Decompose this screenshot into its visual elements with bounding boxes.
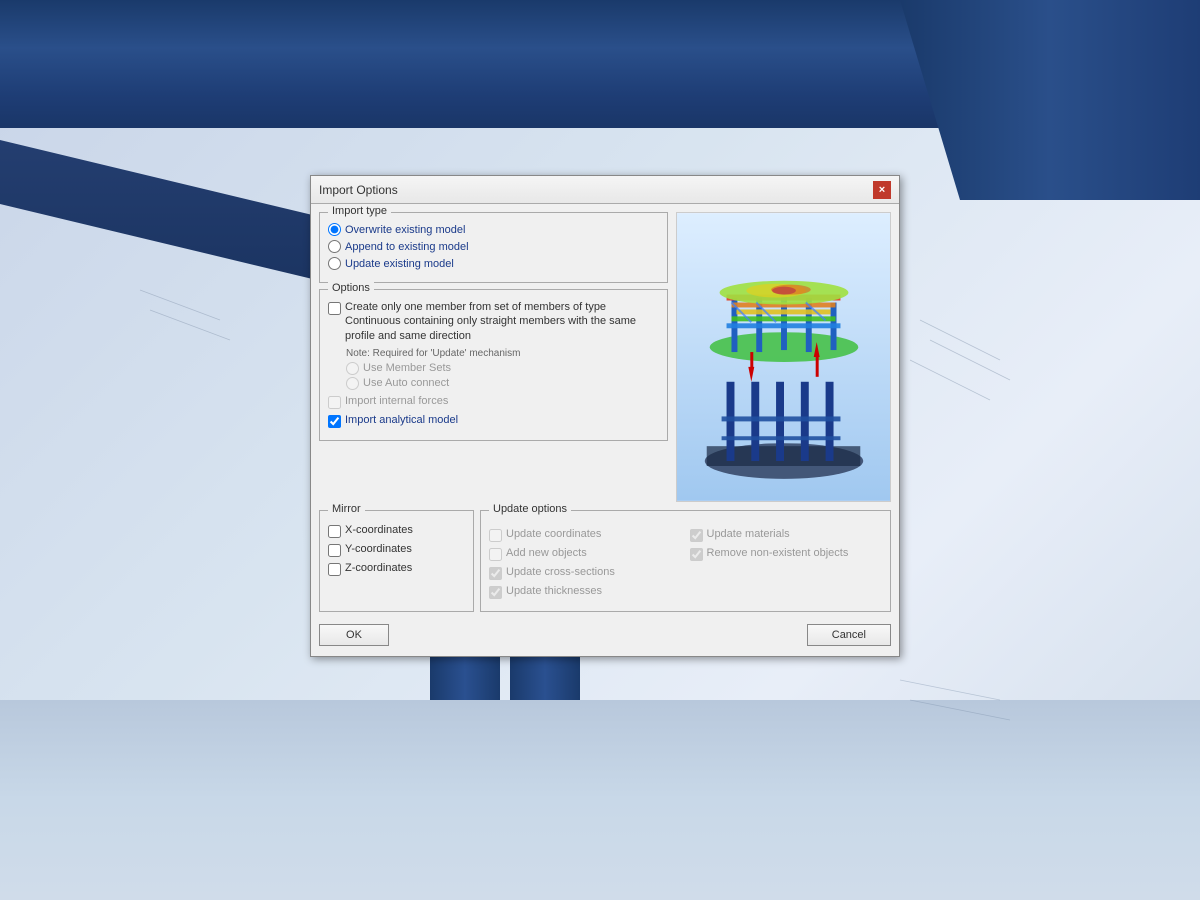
update-materials-option: Add new objects [489,546,682,561]
import-type-group: Import type Overwrite existing model App… [319,212,668,283]
mirror-legend: Mirror [328,503,365,515]
cancel-button[interactable]: Cancel [807,624,891,646]
z-coord-checkbox[interactable] [328,563,341,576]
update-radio[interactable] [328,257,341,270]
ok-button[interactable]: OK [319,624,389,646]
update-coords-checkbox [489,529,502,542]
use-member-sets-radio [346,362,359,375]
update-options-col2: Update materials Remove non-existent obj… [690,523,883,603]
use-auto-connect-option: Use Auto connect [346,377,659,390]
dialog-titlebar: Import Options × [311,176,899,204]
bottom-section: Mirror X-coordinates Y-coordinates Z-coo… [319,510,891,612]
overwrite-radio[interactable] [328,223,341,236]
overwrite-option[interactable]: Overwrite existing model [328,223,659,236]
update-thick-option: Update thicknesses [489,584,682,599]
y-coord-checkbox[interactable] [328,544,341,557]
note-text: Note: Required for 'Update' mechanism [346,347,659,360]
bg-floor [0,700,1200,900]
update-option[interactable]: Update existing model [328,257,659,270]
dialog-body: Import type Overwrite existing model App… [311,204,899,656]
use-member-sets-option: Use Member Sets [346,362,659,375]
update-thick-label: Update thicknesses [506,584,602,598]
bg-beam-corner [900,0,1200,200]
append-radio[interactable] [328,240,341,253]
update-options-legend: Update options [489,503,571,515]
x-coord-label: X-coordinates [345,523,413,537]
import-analytical-model-checkbox[interactable] [328,415,341,428]
update-cross-checkbox [489,567,502,580]
top-section: Import type Overwrite existing model App… [319,212,891,502]
import-type-legend: Import type [328,205,391,217]
x-coord-option[interactable]: X-coordinates [328,523,465,538]
y-coord-option[interactable]: Y-coordinates [328,542,465,557]
create-member-label: Create only one member from set of membe… [345,300,659,343]
add-new-checkbox [690,529,703,542]
import-internal-forces-option: Import internal forces [328,394,659,409]
update-options-group: Update options Update coordinates Add ne… [480,510,891,612]
dialog-title: Import Options [319,183,398,197]
z-coord-label: Z-coordinates [345,561,412,575]
import-internal-forces-checkbox [328,396,341,409]
remove-nonexistent-option: Remove non-existent objects [690,546,883,561]
update-cross-label: Update cross-sections [506,565,615,579]
remove-nonexistent-label: Remove non-existent objects [707,546,849,560]
append-option[interactable]: Append to existing model [328,240,659,253]
append-label: Append to existing model [345,241,469,253]
update-options-col1: Update coordinates Add new objects Updat… [489,523,682,603]
update-coords-label: Update coordinates [506,527,601,541]
update-thick-checkbox [489,586,502,599]
use-auto-connect-radio [346,377,359,390]
structure-preview [676,212,891,502]
create-member-checkbox[interactable] [328,302,341,315]
left-panel: Import type Overwrite existing model App… [319,212,668,502]
update-materials-label: Add new objects [506,546,587,560]
options-legend: Options [328,282,374,294]
import-internal-forces-label: Import internal forces [345,394,448,408]
import-analytical-model-option[interactable]: Import analytical model [328,413,659,428]
mirror-group: Mirror X-coordinates Y-coordinates Z-coo… [319,510,474,612]
update-cross-option: Update cross-sections [489,565,682,580]
add-new-label: Update materials [707,527,790,541]
update-coords-option: Update coordinates [489,527,682,542]
update-materials-checkbox [489,548,502,561]
close-button[interactable]: × [873,181,891,199]
z-coord-option[interactable]: Z-coordinates [328,561,465,576]
remove-nonexistent-checkbox [690,548,703,561]
update-label: Update existing model [345,258,454,270]
x-coord-checkbox[interactable] [328,525,341,538]
import-options-dialog: Import Options × Import type Overwrite e… [310,175,900,657]
structure-svg [677,213,890,501]
create-member-option: Create only one member from set of membe… [328,300,659,343]
import-analytical-model-label: Import analytical model [345,413,458,427]
use-member-sets-label: Use Member Sets [363,362,451,374]
overwrite-label: Overwrite existing model [345,224,465,236]
options-group: Options Create only one member from set … [319,289,668,441]
use-auto-connect-label: Use Auto connect [363,377,449,389]
y-coord-label: Y-coordinates [345,542,412,556]
dialog-footer: OK Cancel [319,620,891,648]
add-new-option: Update materials [690,527,883,542]
